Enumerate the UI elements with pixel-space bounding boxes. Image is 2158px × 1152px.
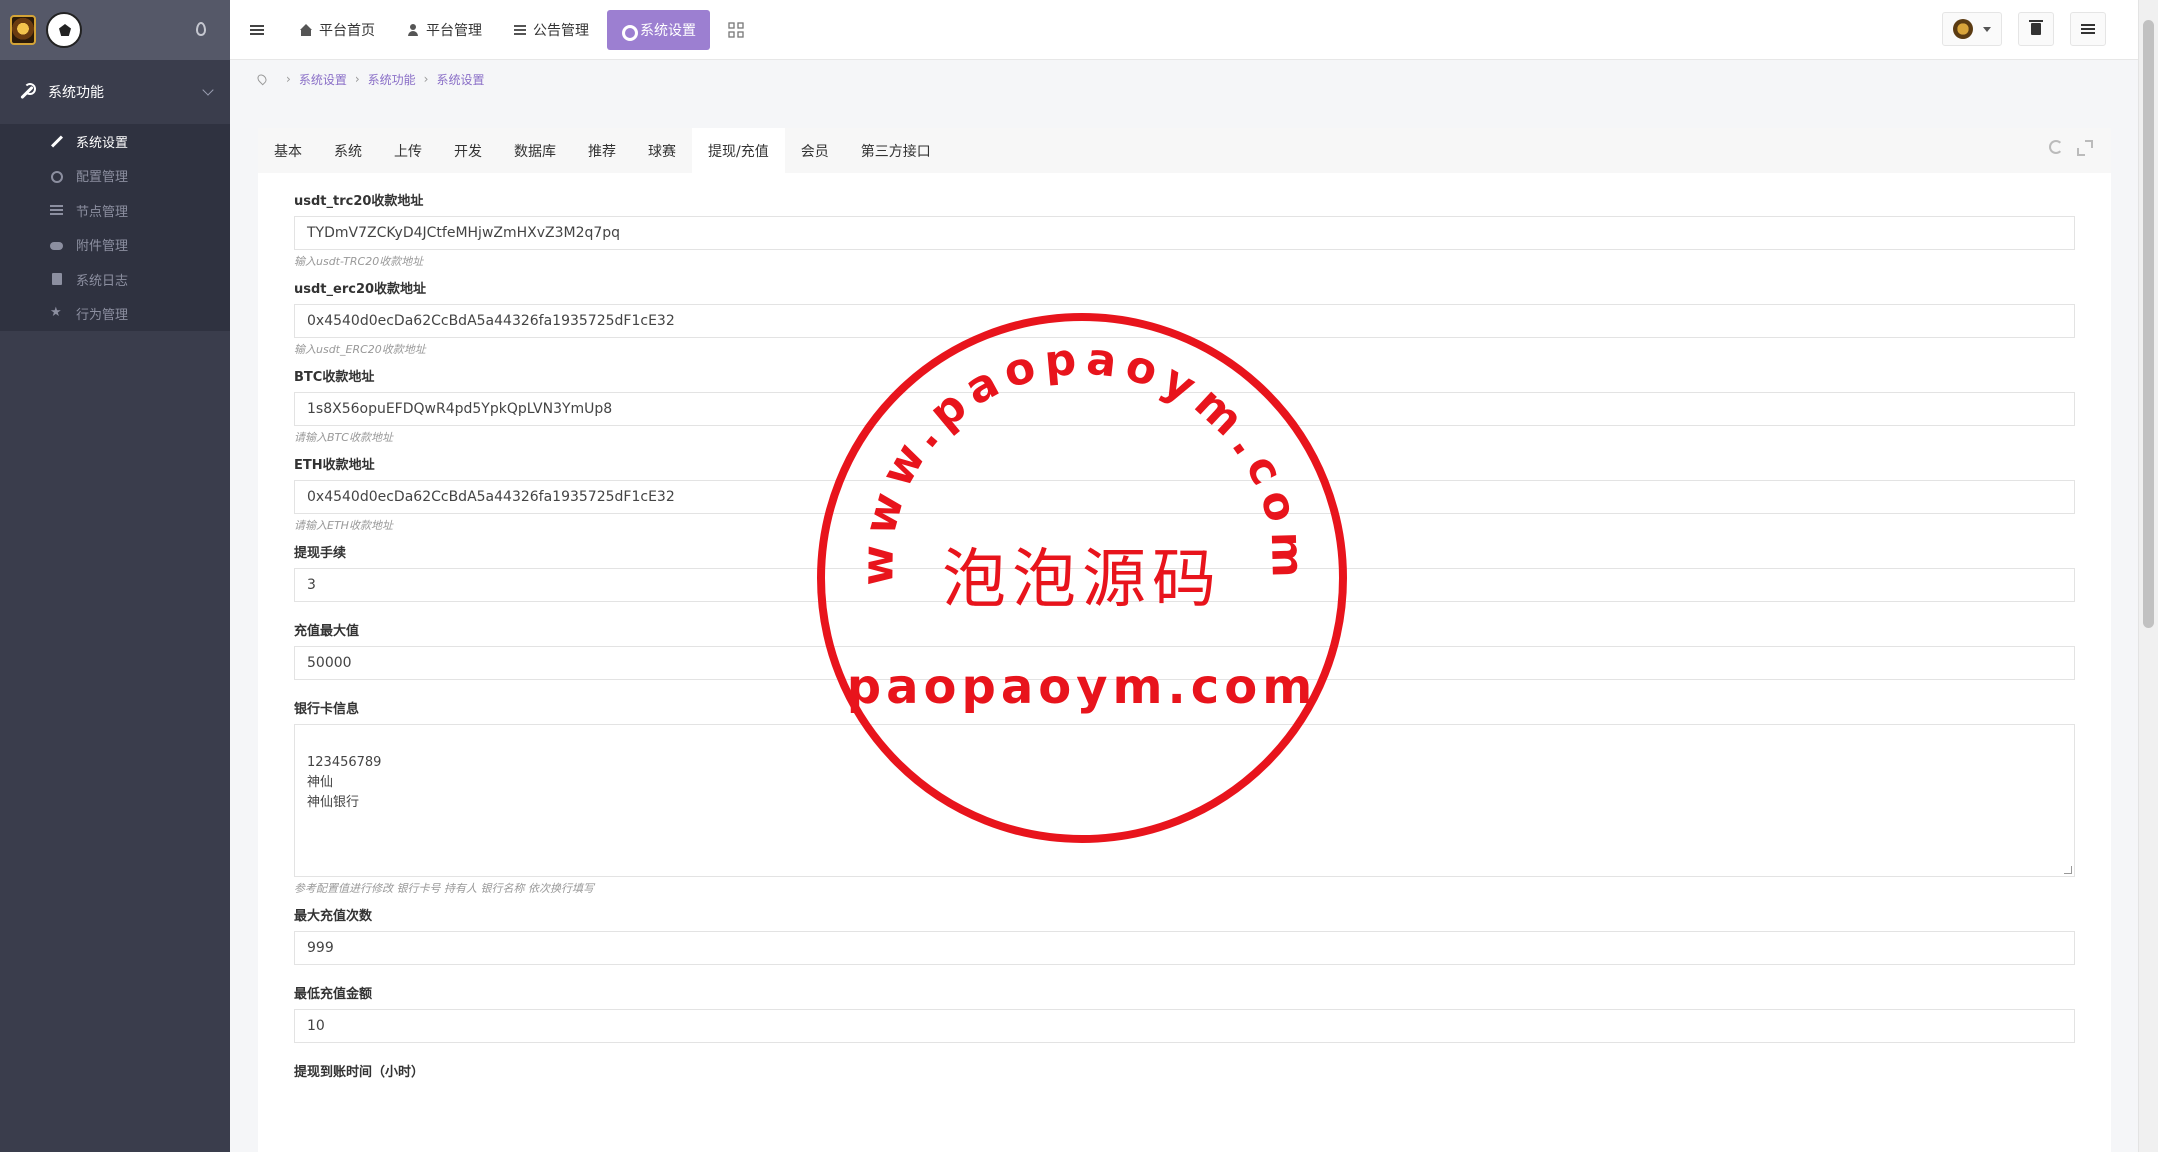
bank-card-help: 参考配置值进行修改 银行卡号 持有人 银行名称 依次换行填写 xyxy=(294,882,594,895)
user-icon xyxy=(407,23,419,36)
scrollbar-thumb[interactable] xyxy=(2143,20,2154,628)
eth-input[interactable]: 0x4540d0ecDa62CcBdA5a44326fa1935725dF1cE… xyxy=(294,480,2075,514)
clear-cache-button[interactable] xyxy=(2018,12,2054,46)
sidebar-item-attachments[interactable]: 附件管理 xyxy=(0,228,230,263)
fullscreen-icon[interactable] xyxy=(2077,140,2093,156)
breadcrumb: › 系统设置 › 系统功能 › 系统设置 xyxy=(255,68,484,90)
gear-icon xyxy=(621,24,638,41)
max-recharge-input[interactable]: 50000 xyxy=(294,646,2075,680)
avatar xyxy=(1953,19,1973,39)
sidebar-submenu: 系统设置 配置管理 节点管理 附件管理 系统日志 行为管理 xyxy=(0,124,230,331)
tab-develop[interactable]: 开发 xyxy=(438,128,498,173)
menu-toggle-icon[interactable] xyxy=(250,24,264,36)
btc-label: BTC收款地址 xyxy=(294,370,375,385)
bank-card-value: 123456789 神仙 神仙银行 xyxy=(307,755,382,810)
fee-label: 提现手续 xyxy=(294,546,347,561)
settings-panel-button[interactable] xyxy=(2070,12,2106,46)
max-recharge-label: 充值最大值 xyxy=(294,624,360,639)
nav-label: 平台首页 xyxy=(319,22,375,39)
max-times-input[interactable]: 999 xyxy=(294,931,2075,965)
min-amount-label: 最低充值金额 xyxy=(294,987,373,1002)
usdt-erc20-help: 输入usdt_ERC20收款地址 xyxy=(294,343,426,356)
tab-members[interactable]: 会员 xyxy=(785,128,845,173)
page-scrollbar[interactable] xyxy=(2138,0,2158,1152)
sidebar-item-label: 配置管理 xyxy=(76,170,129,186)
home-icon xyxy=(300,23,312,36)
resize-handle[interactable] xyxy=(2064,866,2072,874)
btc-help: 请输入BTC收款地址 xyxy=(294,431,393,444)
bank-card-textarea[interactable]: 123456789 神仙 神仙银行 xyxy=(294,724,2075,877)
max-times-label: 最大充值次数 xyxy=(294,909,373,924)
nav-label: 公告管理 xyxy=(533,22,589,39)
soccer-ball-logo xyxy=(46,12,82,48)
sidebar-item-label: 附件管理 xyxy=(76,239,129,255)
list-icon xyxy=(514,24,526,36)
sidebar-item-behavior[interactable]: 行为管理 xyxy=(0,297,230,332)
tab-matches[interactable]: 球赛 xyxy=(632,128,692,173)
wrench-icon xyxy=(18,83,36,101)
sidebar-item-system-settings[interactable]: 系统设置 xyxy=(0,124,230,159)
sidebar-item-label: 系统设置 xyxy=(76,135,129,151)
usdt-trc20-label: usdt_trc20收款地址 xyxy=(294,194,424,209)
tab-system[interactable]: 系统 xyxy=(318,128,378,173)
sidebar-item-logs[interactable]: 系统日志 xyxy=(0,262,230,297)
theme-drop-icon[interactable] xyxy=(196,22,206,36)
breadcrumb-item[interactable]: 系统设置 xyxy=(436,71,484,88)
eth-help: 请输入ETH收款地址 xyxy=(294,519,393,532)
nav-announcements[interactable]: 公告管理 xyxy=(500,10,603,50)
nav-platform-manage[interactable]: 平台管理 xyxy=(393,10,496,50)
sliders-icon xyxy=(2081,23,2095,35)
tab-upload[interactable]: 上传 xyxy=(378,128,438,173)
sidebar-group-label: 系统功能 xyxy=(48,85,104,101)
tab-recommend[interactable]: 推荐 xyxy=(572,128,632,173)
sidebar-item-label: 系统日志 xyxy=(76,273,129,289)
top-navbar: 平台首页 平台管理 公告管理 系统设置 xyxy=(230,0,2138,60)
usdt-trc20-input[interactable]: TYDmV7ZCKyD4JCtfeMHjwZmHXvZ3M2q7pq xyxy=(294,216,2075,250)
bank-card-label: 银行卡信息 xyxy=(294,702,360,717)
chevron-down-icon xyxy=(202,84,214,96)
tab-withdraw-recharge[interactable]: 提现/充值 xyxy=(692,128,785,173)
breadcrumb-item[interactable]: 系统设置 xyxy=(299,71,347,88)
refresh-icon[interactable] xyxy=(2049,140,2063,154)
tab-basic[interactable]: 基本 xyxy=(258,128,318,173)
wrench-icon xyxy=(50,135,64,147)
sidebar-group-system[interactable]: 系统功能 xyxy=(0,60,230,124)
club-logo xyxy=(10,15,36,45)
user-menu-button[interactable] xyxy=(1942,12,2002,46)
breadcrumb-item[interactable]: 系统功能 xyxy=(368,71,416,88)
tab-third-party[interactable]: 第三方接口 xyxy=(845,128,947,173)
settings-form: usdt_trc20收款地址 TYDmV7ZCKyD4JCtfeMHjwZmHX… xyxy=(258,173,2111,1083)
nav-system-settings[interactable]: 系统设置 xyxy=(607,9,710,50)
sidebar-item-nodes[interactable]: 节点管理 xyxy=(0,193,230,228)
usdt-trc20-help: 输入usdt-TRC20收款地址 xyxy=(294,255,424,268)
book-icon xyxy=(50,273,64,286)
withdraw-time-label: 提现到账时间（小时） xyxy=(294,1065,425,1080)
sidebar-item-config[interactable]: 配置管理 xyxy=(0,159,230,194)
sidebar-item-label: 行为管理 xyxy=(76,308,129,324)
nav-platform-home[interactable]: 平台首页 xyxy=(286,10,389,50)
btc-input[interactable]: 1s8X56opuEFDQwR4pd5YpkQpLVN3YmUp8 xyxy=(294,392,2075,426)
usdt-erc20-input[interactable]: 0x4540d0ecDa62CcBdA5a44326fa1935725dF1cE… xyxy=(294,304,2075,338)
star-icon xyxy=(50,305,64,320)
eth-label: ETH收款地址 xyxy=(294,458,375,473)
location-pin-icon xyxy=(255,72,269,86)
fee-input[interactable]: 3 xyxy=(294,568,2075,602)
caret-down-icon xyxy=(1983,26,1991,32)
nav-label: 平台管理 xyxy=(426,22,482,39)
tab-database[interactable]: 数据库 xyxy=(498,128,572,173)
min-amount-input[interactable]: 10 xyxy=(294,1009,2075,1043)
bars-icon xyxy=(50,204,64,216)
sidebar-header xyxy=(0,0,230,60)
trash-icon xyxy=(2029,20,2043,35)
cogs-icon xyxy=(50,170,64,183)
nav-label: 系统设置 xyxy=(640,22,696,39)
settings-panel: 基本 系统 上传 开发 数据库 推荐 球赛 提现/充值 会员 第三方接口 usd… xyxy=(258,128,2111,1152)
sidebar: 系统功能 系统设置 配置管理 节点管理 附件管理 系统日志 行为管理 xyxy=(0,0,230,1152)
apps-grid-icon[interactable] xyxy=(728,21,744,38)
sidebar-item-label: 节点管理 xyxy=(76,204,129,220)
settings-tabs: 基本 系统 上传 开发 数据库 推荐 球赛 提现/充值 会员 第三方接口 xyxy=(258,128,2111,173)
usdt-erc20-label: usdt_erc20收款地址 xyxy=(294,282,427,297)
cloud-icon xyxy=(50,239,64,251)
